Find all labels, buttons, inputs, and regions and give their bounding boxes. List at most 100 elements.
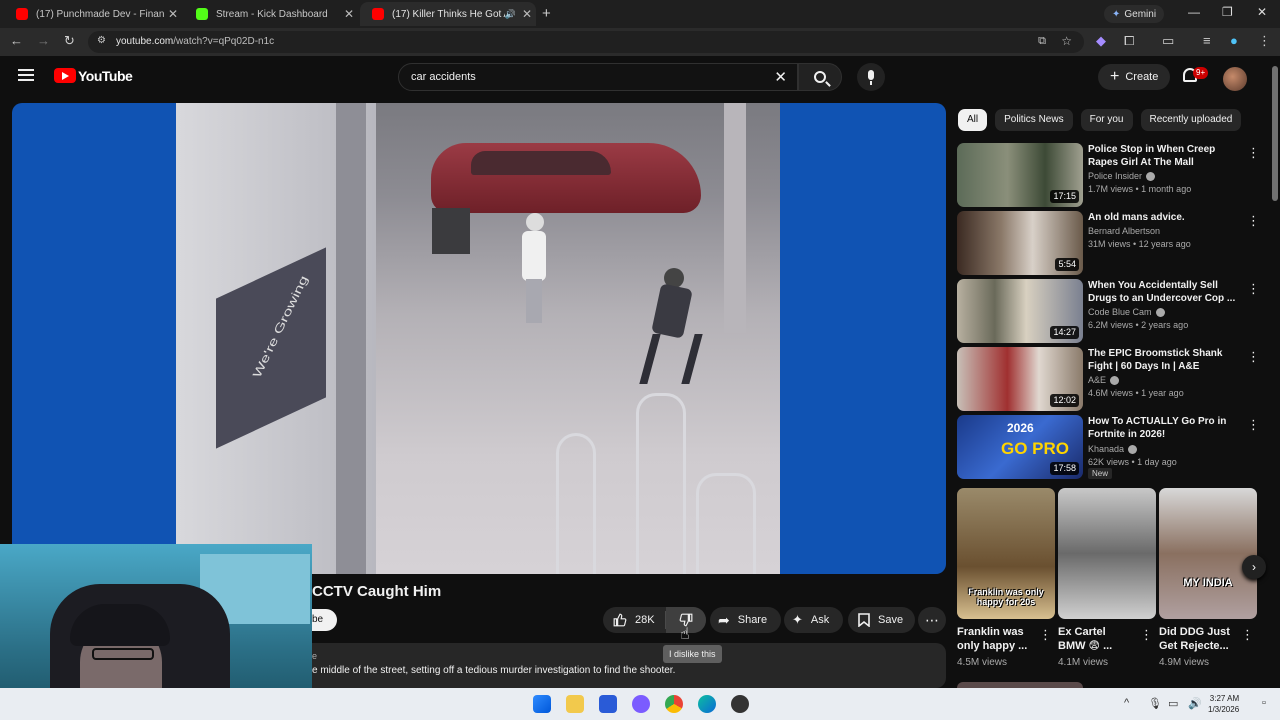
extensions-puzzle-icon[interactable]: ⧠: [1124, 33, 1134, 49]
recommended-video[interactable]: 12:02 The EPIC Broomstick Shank Fight | …: [957, 347, 1260, 411]
video-title[interactable]: The EPIC Broomstick Shank Fight | 60 Day…: [1088, 347, 1238, 373]
close-tab-icon[interactable]: ✕: [340, 7, 358, 21]
bookmark-star-icon[interactable]: ☆: [1061, 34, 1072, 48]
restore-icon[interactable]: ❐: [1222, 5, 1233, 19]
browser-tab-active[interactable]: (17) Killer Thinks He Got Aw 🔊 ✕: [360, 2, 536, 26]
tray-mic-icon[interactable]: 🎙: [1148, 697, 1162, 710]
video-title[interactable]: How To ACTUALLY Go Pro in Fortnite in 20…: [1088, 415, 1238, 441]
chrome-menu-icon[interactable]: ⋮: [1258, 33, 1271, 49]
recommended-video[interactable]: 17:15 Police Stop in When Creep Rapes Gi…: [957, 143, 1260, 207]
new-tab-button[interactable]: +: [542, 5, 551, 22]
voice-search-mic-icon[interactable]: [857, 63, 885, 91]
tray-chevron-icon[interactable]: ^: [1124, 697, 1129, 709]
short-title[interactable]: Ex Cartel BMW 😨 ...: [1058, 625, 1136, 653]
forward-icon[interactable]: →: [37, 33, 50, 48]
video-options-icon[interactable]: ⋮: [1247, 145, 1260, 161]
short-thumbnail[interactable]: [1058, 488, 1156, 619]
save-button[interactable]: Save: [848, 607, 916, 633]
browser-tab-punchmade[interactable]: (17) Punchmade Dev - Financial ✕: [4, 2, 182, 26]
clear-search-icon[interactable]: ✕: [774, 68, 787, 86]
channel-name-row[interactable]: A&E: [1088, 375, 1120, 385]
chip-politics-news[interactable]: Politics News: [995, 109, 1073, 131]
short-title[interactable]: Franklin was only happy ...: [957, 625, 1035, 653]
store-icon[interactable]: [599, 695, 617, 713]
tray-network-icon[interactable]: ▭: [1168, 697, 1178, 710]
chrome-icon[interactable]: [665, 695, 683, 713]
share-button[interactable]: ➦ Share: [710, 607, 782, 633]
video-player[interactable]: We're Growing: [12, 103, 946, 574]
close-tab-icon[interactable]: ✕: [518, 7, 536, 21]
speaker-icon[interactable]: 🔊: [505, 9, 516, 20]
search-box[interactable]: car accidents ✕: [398, 63, 798, 91]
video-options-icon[interactable]: ⋮: [1247, 281, 1260, 297]
recommended-video[interactable]: 5:54 An old mans advice. Bernard Alberts…: [957, 211, 1260, 275]
edge-icon[interactable]: [698, 695, 716, 713]
short-options-icon[interactable]: ⋮: [1241, 627, 1254, 643]
video-title[interactable]: Police Stop in When Creep Rapes Girl At …: [1088, 143, 1238, 169]
channel-name[interactable]: Code Blue Cam: [1088, 307, 1152, 317]
chip-all[interactable]: All: [958, 109, 988, 131]
chip-recently-uploaded[interactable]: Recently uploaded: [1140, 109, 1242, 131]
gemini-button[interactable]: ✦ Gemini: [1104, 5, 1165, 23]
messenger-icon[interactable]: [632, 695, 650, 713]
channel-name[interactable]: A&E: [1088, 375, 1106, 385]
address-bar[interactable]: ⚙ youtube.com/watch?v=qPq02D-n1c ⧉ ☆: [88, 31, 1084, 53]
reload-icon[interactable]: ↻: [64, 33, 75, 49]
short-thumbnail[interactable]: Franklin was only happy for 20s: [957, 488, 1055, 619]
recommended-video[interactable]: 2026 GO PRO 17:58 How To ACTUALLY Go Pro…: [957, 415, 1260, 479]
video-thumbnail[interactable]: 12:02: [957, 347, 1083, 411]
app-icon[interactable]: [731, 695, 749, 713]
video-title[interactable]: When You Accidentally Sell Drugs to an U…: [1088, 279, 1238, 305]
extension-icon[interactable]: ◆: [1096, 33, 1106, 49]
video-options-icon[interactable]: ⋮: [1247, 417, 1260, 433]
media-controls-icon[interactable]: ≡: [1203, 33, 1211, 48]
chip-for-you[interactable]: For you: [1080, 109, 1133, 131]
notification-center-icon[interactable]: ▫: [1262, 697, 1266, 709]
short-options-icon[interactable]: ⋮: [1140, 627, 1153, 643]
more-actions-button[interactable]: ⋯: [918, 607, 946, 633]
install-app-icon[interactable]: ⧉: [1038, 35, 1046, 48]
close-window-icon[interactable]: ✕: [1257, 5, 1267, 19]
short-title[interactable]: Did DDG Just Get Rejecte...: [1159, 625, 1237, 653]
video-thumbnail[interactable]: 2026 GO PRO 17:58: [957, 415, 1083, 479]
channel-name[interactable]: Khanada: [1088, 444, 1124, 454]
video-title[interactable]: An old mans advice.: [1088, 211, 1238, 224]
ask-button[interactable]: ✦ Ask: [784, 607, 844, 633]
video-thumbnail[interactable]: 14:27: [957, 279, 1083, 343]
search-button[interactable]: [798, 63, 842, 91]
short-options-icon[interactable]: ⋮: [1039, 627, 1052, 643]
file-explorer-icon[interactable]: [566, 695, 584, 713]
create-button[interactable]: + Create: [1098, 64, 1171, 90]
youtube-wordmark[interactable]: YouTube: [78, 68, 133, 84]
search-input[interactable]: car accidents: [411, 71, 476, 83]
video-thumbnail[interactable]: 5:54: [957, 211, 1083, 275]
youtube-logo-icon[interactable]: [54, 68, 76, 83]
description-box[interactable]: e e middle of the street, setting off a …: [300, 643, 946, 688]
split-view-icon[interactable]: ▭: [1162, 33, 1174, 49]
menu-hamburger-icon[interactable]: [18, 69, 34, 81]
site-info-icon[interactable]: ⚙: [97, 35, 106, 46]
short-thumbnail[interactable]: MY INDIA: [1159, 488, 1257, 619]
video-options-icon[interactable]: ⋮: [1247, 213, 1260, 229]
channel-name[interactable]: Bernard Albertson: [1088, 226, 1160, 236]
channel-name-row[interactable]: Code Blue Cam: [1088, 307, 1165, 317]
system-clock[interactable]: 3:27 AM 1/3/2026: [1208, 693, 1239, 715]
video-thumbnail[interactable]: 17:15: [957, 143, 1083, 207]
channel-name-row[interactable]: Bernard Albertson: [1088, 226, 1160, 236]
minimize-icon[interactable]: —: [1188, 5, 1200, 19]
recommended-video[interactable]: 14:27 When You Accidentally Sell Drugs t…: [957, 279, 1260, 343]
browser-tab-kick[interactable]: Stream - Kick Dashboard ✕: [184, 2, 358, 26]
channel-name-row[interactable]: Police Insider: [1088, 171, 1156, 181]
scrollbar-thumb[interactable]: [1272, 66, 1278, 201]
shorts-next-arrow-icon[interactable]: ›: [1242, 555, 1266, 579]
channel-name-row[interactable]: Khanada: [1088, 444, 1138, 454]
video-options-icon[interactable]: ⋮: [1247, 349, 1260, 365]
windows-start-icon[interactable]: [533, 695, 551, 713]
back-icon[interactable]: ←: [10, 33, 23, 48]
tray-volume-icon[interactable]: 🔊: [1188, 697, 1202, 710]
close-tab-icon[interactable]: ✕: [164, 7, 182, 21]
channel-name[interactable]: Police Insider: [1088, 171, 1142, 181]
like-button[interactable]: 28K: [603, 613, 665, 627]
profile-icon[interactable]: ●: [1230, 33, 1238, 48]
account-avatar[interactable]: [1223, 67, 1247, 91]
